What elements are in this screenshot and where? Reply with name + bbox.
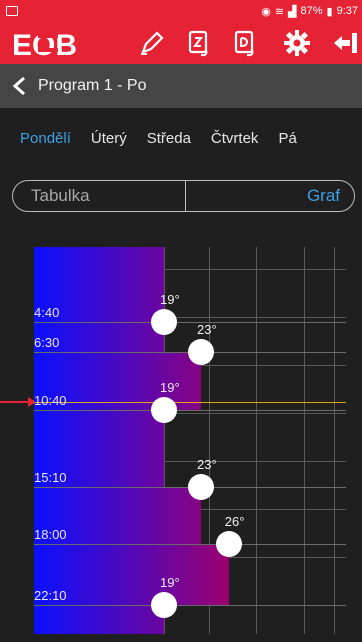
- current-time-line: [34, 402, 346, 403]
- temperature-knob[interactable]: [151, 592, 177, 618]
- tab-monday[interactable]: Pondělí: [20, 130, 71, 147]
- schedule-time-label: 22:10: [34, 588, 67, 603]
- temperature-value-label: 23°: [197, 457, 217, 472]
- schedule-time-label: 4:40: [34, 305, 60, 320]
- temperature-value-label: 19°: [160, 575, 180, 590]
- app-toolbar: EOB: [0, 22, 362, 64]
- wifi-icon: ≋: [274, 5, 285, 18]
- temperature-value-label: 19°: [160, 380, 180, 395]
- signal-icon: ▟: [288, 5, 297, 18]
- schedule-line: [34, 605, 346, 606]
- schedule-time-label: 10:40: [34, 393, 67, 408]
- temperature-value-label: 19°: [160, 292, 180, 307]
- schedule-line: [34, 322, 346, 323]
- tab-tuesday[interactable]: Úterý: [91, 130, 127, 147]
- clock-time: 9:37: [336, 5, 358, 17]
- logout-icon[interactable]: [330, 28, 360, 58]
- grid-line-vertical: [256, 247, 257, 634]
- title-bar: Program 1 - Po: [0, 64, 362, 108]
- notification-icon: [6, 6, 18, 16]
- grid-line-horizontal: [164, 461, 346, 462]
- grid-line-horizontal: [164, 413, 346, 414]
- grid-line-horizontal: [164, 317, 346, 318]
- pencil-icon[interactable]: [137, 28, 167, 58]
- graph-view-button[interactable]: Graf: [186, 181, 354, 211]
- temperature-band: [34, 605, 164, 634]
- temperature-value-label: 26°: [224, 514, 245, 529]
- svg-text:EOB: EOB: [12, 29, 77, 62]
- temperature-schedule-chart: 4:40 19° 6:30 23° 10:40 19° 15:10 23° 18:00 26° 22…: [34, 247, 346, 634]
- schedule-time-label: 6:30: [34, 335, 60, 350]
- d-document-icon[interactable]: [230, 28, 260, 58]
- alarm-icon: ◉: [261, 5, 271, 18]
- eob-logo: EOB: [0, 22, 110, 64]
- view-toggle: Tabulka Graf: [12, 180, 355, 212]
- temperature-knob[interactable]: [188, 339, 214, 365]
- tab-friday[interactable]: Pá: [278, 130, 296, 147]
- status-bar: ◉ ≋ ▟ 87% ▮ 9:37: [0, 0, 362, 22]
- gear-icon[interactable]: [282, 28, 312, 58]
- page-title: Program 1 - Po: [38, 77, 147, 94]
- table-view-button[interactable]: Tabulka: [13, 181, 186, 211]
- grid-line-vertical: [304, 247, 305, 634]
- temperature-knob[interactable]: [215, 531, 242, 557]
- z-document-icon[interactable]: [184, 28, 214, 58]
- tab-thursday[interactable]: Čtvrtek: [211, 130, 259, 147]
- temperature-knob[interactable]: [151, 397, 177, 423]
- temperature-value-label: 23°: [197, 322, 217, 337]
- battery-icon: ▮: [326, 5, 333, 18]
- back-arrow-icon[interactable]: [10, 76, 30, 96]
- grid-line-horizontal: [164, 269, 346, 270]
- tab-wednesday[interactable]: Středa: [147, 130, 191, 147]
- temperature-knob[interactable]: [188, 474, 214, 500]
- schedule-time-label: 18:00: [34, 527, 67, 542]
- schedule-time-label: 15:10: [34, 470, 67, 485]
- grid-line-vertical: [334, 247, 335, 634]
- schedule-line: [34, 410, 346, 411]
- temperature-knob[interactable]: [151, 309, 177, 335]
- battery-percent: 87%: [300, 5, 323, 17]
- day-tabs: Pondělí Úterý Středa Čtvrtek Pá: [0, 108, 362, 168]
- schedule-line: [34, 544, 346, 545]
